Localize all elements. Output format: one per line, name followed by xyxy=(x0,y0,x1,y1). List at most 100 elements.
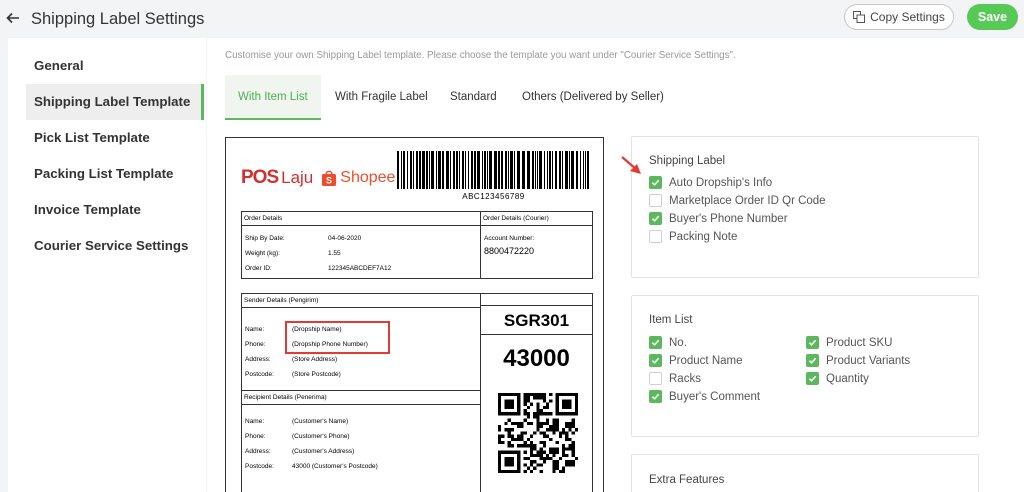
barcode-bar xyxy=(477,151,480,189)
qr-module xyxy=(565,425,569,429)
option-label: Buyer's Comment xyxy=(669,390,761,403)
sender-name-label: Name: xyxy=(245,326,265,333)
option-product-variants[interactable]: Product Variants xyxy=(806,354,910,367)
qr-module xyxy=(504,399,514,409)
checkbox-checked[interactable] xyxy=(649,390,662,403)
checkbox-unchecked[interactable] xyxy=(649,372,662,385)
qr-module xyxy=(565,463,569,467)
qr-module xyxy=(549,447,553,451)
qr-module xyxy=(565,453,569,457)
option-label: Packing Note xyxy=(669,230,738,243)
sidebar-item-invoice-template[interactable]: Invoice Template xyxy=(26,192,204,228)
barcode-bar xyxy=(587,151,589,189)
option-buyers-phone-number[interactable]: Buyer's Phone Number xyxy=(649,212,788,225)
qr-module xyxy=(536,418,540,422)
qr-module xyxy=(552,469,556,473)
qr-module xyxy=(510,421,514,425)
barcode-bar xyxy=(517,151,520,189)
option-racks[interactable]: Racks xyxy=(649,372,701,385)
checkbox-checked[interactable] xyxy=(806,372,819,385)
qr-module xyxy=(546,453,550,457)
qr-module xyxy=(542,434,546,438)
checkbox-unchecked[interactable] xyxy=(649,230,662,243)
qr-module xyxy=(539,469,543,473)
option-label: Buyer's Phone Number xyxy=(669,212,788,225)
qr-module xyxy=(552,431,556,435)
checkbox-checked[interactable] xyxy=(806,336,819,349)
qr-module xyxy=(523,469,527,473)
qr-module xyxy=(568,437,572,441)
tab-with-fragile-label[interactable]: With Fragile Label xyxy=(335,75,428,120)
qr-module xyxy=(568,447,572,451)
barcode-bar xyxy=(471,151,473,189)
copy-settings-label: Copy Settings xyxy=(870,10,945,24)
annotation-arrow-icon xyxy=(621,156,641,174)
sidebar-item-pick-list-template[interactable]: Pick List Template xyxy=(26,120,204,156)
qr-module xyxy=(539,412,543,416)
barcode-bar xyxy=(446,151,449,189)
qr-module xyxy=(555,428,559,432)
barcode-bar xyxy=(403,151,405,189)
recipient-details-title: Recipient Details (Penerima) xyxy=(242,391,480,405)
qr-module xyxy=(526,393,530,397)
barcode-bar xyxy=(429,151,430,189)
qr-module xyxy=(530,450,534,454)
barcode-bar xyxy=(410,151,412,189)
sidebar-item-shipping-label-template[interactable]: Shipping Label Template xyxy=(26,84,204,120)
qr-module xyxy=(520,434,524,438)
barcode-bar xyxy=(522,151,525,189)
tab-with-item-list[interactable]: With Item List xyxy=(225,75,321,120)
copy-settings-button[interactable]: Copy Settings xyxy=(844,4,954,30)
tab-others-delivered-by-seller[interactable]: Others (Delivered by Seller) xyxy=(522,75,664,120)
option-auto-dropship-info[interactable]: Auto Dropship's Info xyxy=(649,176,772,189)
barcode-bar xyxy=(552,151,553,189)
shipping-label-panel-title: Shipping Label xyxy=(649,155,726,167)
barcode-bar xyxy=(450,151,451,189)
qr-module xyxy=(536,421,540,425)
checkbox-checked[interactable] xyxy=(649,354,662,367)
check-icon xyxy=(651,393,660,400)
checkbox-checked[interactable] xyxy=(649,212,662,225)
qr-module xyxy=(546,421,550,425)
checkbox-checked[interactable] xyxy=(649,336,662,349)
qr-module xyxy=(539,425,543,429)
back-arrow-icon[interactable] xyxy=(5,10,21,26)
recipient-address-label: Address: xyxy=(245,448,271,455)
qr-module xyxy=(523,450,527,454)
option-buyers-comment[interactable]: Buyer's Comment xyxy=(649,390,760,403)
checkbox-unchecked[interactable] xyxy=(649,194,662,207)
qr-module xyxy=(526,437,530,441)
qr-module xyxy=(549,450,553,454)
qr-module xyxy=(558,457,562,461)
option-no[interactable]: No. xyxy=(649,336,687,349)
checkbox-checked[interactable] xyxy=(649,176,662,189)
checkbox-checked[interactable] xyxy=(806,354,819,367)
qr-module xyxy=(539,409,543,413)
sidebar-item-packing-list-template[interactable]: Packing List Template xyxy=(26,156,204,192)
save-button[interactable]: Save xyxy=(967,4,1018,30)
barcode-bar xyxy=(465,151,466,189)
barcode-bar xyxy=(508,151,509,189)
extra-features-panel-title: Extra Features xyxy=(649,474,725,486)
barcode-bar xyxy=(482,151,483,189)
tracking-barcode xyxy=(397,151,589,189)
option-packing-note[interactable]: Packing Note xyxy=(649,230,737,243)
barcode-bar xyxy=(462,151,464,189)
option-quantity[interactable]: Quantity xyxy=(806,372,869,385)
option-product-sku[interactable]: Product SKU xyxy=(806,336,892,349)
sidebar-item-courier-service-settings[interactable]: Courier Service Settings xyxy=(26,228,204,264)
order-details-title: Order Details xyxy=(242,212,480,226)
qr-module xyxy=(507,444,511,448)
qr-module xyxy=(565,431,569,435)
qr-module xyxy=(498,428,502,432)
qr-module xyxy=(507,428,511,432)
option-marketplace-order-id-qr[interactable]: Marketplace Order ID Qr Code xyxy=(649,194,826,207)
tracking-number: ABC123456789 xyxy=(462,192,525,201)
option-product-name[interactable]: Product Name xyxy=(649,354,743,367)
check-icon xyxy=(651,339,660,346)
option-label: Product Variants xyxy=(826,354,911,367)
qr-module xyxy=(536,425,540,429)
tab-standard[interactable]: Standard xyxy=(450,75,497,120)
sidebar-item-general[interactable]: General xyxy=(26,48,204,84)
qr-module xyxy=(555,463,559,467)
